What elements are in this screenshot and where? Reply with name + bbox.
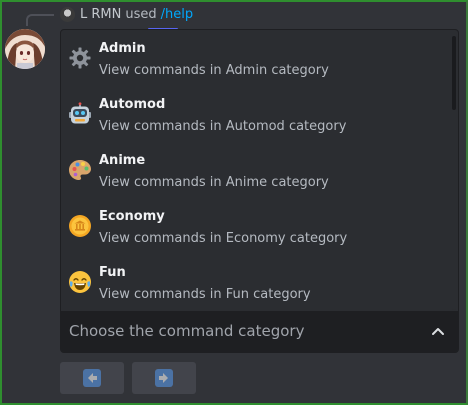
option-economy[interactable]: Economy View commands in Economy categor…	[61, 198, 451, 254]
chevron-up-icon[interactable]	[430, 323, 446, 339]
select-bar[interactable]: Choose the command category	[61, 311, 458, 352]
arrow-right-icon	[154, 368, 174, 388]
option-label: Admin	[99, 41, 146, 56]
command-category-dropdown[interactable]: Admin View commands in Admin category Au…	[60, 29, 459, 353]
option-automod[interactable]: Automod View commands in Automod categor…	[61, 86, 451, 142]
reply-command[interactable]: /help	[161, 7, 193, 22]
coin-icon	[68, 214, 92, 238]
reply-user-avatar[interactable]	[60, 6, 75, 22]
option-description: View commands in Admin category	[99, 63, 329, 78]
scrollbar-thumb[interactable]	[452, 36, 456, 110]
reply-connector	[26, 14, 54, 26]
option-label: Anime	[99, 153, 146, 168]
reply-header[interactable]: L RMN used /help	[60, 5, 193, 23]
options-list: Admin View commands in Admin category Au…	[61, 30, 451, 312]
option-label: Economy	[99, 209, 165, 224]
reply-username[interactable]: L RMN	[80, 7, 121, 22]
bot-avatar[interactable]	[5, 29, 45, 69]
laughing-emoji-icon	[68, 270, 92, 294]
reply-used-text: used	[125, 6, 157, 22]
option-description: View commands in Fun category	[99, 287, 311, 302]
option-description: View commands in Economy category	[99, 231, 348, 246]
gear-icon	[68, 46, 92, 70]
option-admin[interactable]: Admin View commands in Admin category	[61, 30, 451, 86]
arrow-left-icon	[82, 368, 102, 388]
option-anime[interactable]: Anime View commands in Anime category	[61, 142, 451, 198]
option-label: Automod	[99, 97, 166, 112]
option-description: View commands in Automod category	[99, 119, 347, 134]
next-button[interactable]	[132, 362, 196, 394]
option-label: Fun	[99, 265, 126, 280]
previous-button[interactable]	[60, 362, 124, 394]
select-placeholder: Choose the command category	[69, 322, 305, 340]
option-fun[interactable]: Fun View commands in Fun category	[61, 254, 451, 310]
options-scrollbar[interactable]	[452, 36, 456, 310]
option-description: View commands in Anime category	[99, 175, 329, 190]
palette-icon	[68, 158, 92, 182]
robot-icon	[68, 102, 92, 126]
